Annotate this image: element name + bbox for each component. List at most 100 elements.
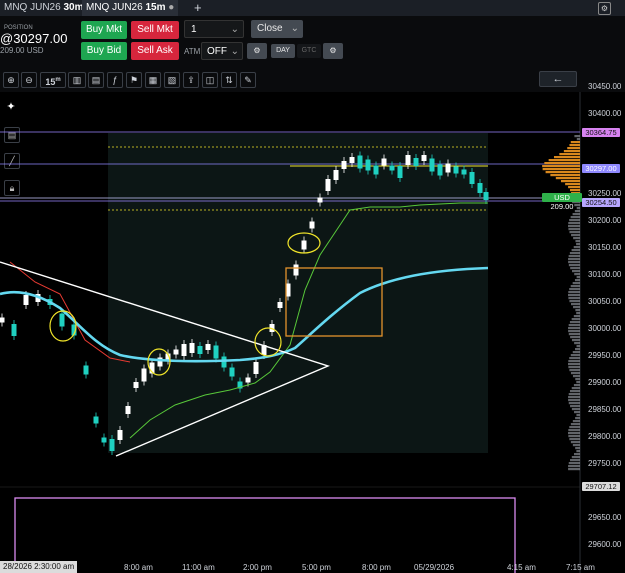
candle-body — [397, 166, 403, 178]
candle-body — [421, 155, 427, 161]
templates-icon[interactable]: ▧ — [164, 72, 180, 88]
profile-bar — [576, 414, 580, 417]
zoom-in-icon[interactable]: ⊕ — [3, 72, 19, 88]
candle-body — [293, 264, 299, 276]
candle-body — [445, 163, 451, 173]
profile-bar — [568, 465, 580, 468]
profile-bar — [569, 300, 580, 303]
profile-bar — [568, 366, 580, 369]
interval-suffix: m — [55, 77, 61, 83]
sell-market-button[interactable]: Sell Mkt — [131, 21, 179, 39]
profile-bar — [568, 363, 580, 366]
candle-body — [461, 169, 467, 175]
profile-bar — [576, 345, 580, 348]
profile-bar — [571, 387, 580, 390]
profile-bar — [570, 441, 580, 444]
tif-day-button[interactable]: DAY — [271, 44, 295, 58]
profile-bar — [574, 135, 580, 138]
strategies-icon[interactable]: ⚑ — [126, 72, 142, 88]
time-label: 8:00 pm — [362, 563, 391, 572]
gear-icon[interactable]: ⚙ — [598, 2, 611, 15]
tab-interval: 15 — [145, 2, 157, 13]
buy-bid-button[interactable]: Buy Bid — [81, 42, 127, 60]
order-settings-icon[interactable]: ⚙ — [323, 43, 343, 59]
candle-body — [301, 240, 307, 250]
profile-bar — [568, 432, 580, 435]
close-position-button[interactable]: Close ⌄ — [251, 20, 303, 38]
buy-market-button[interactable]: Buy Mkt — [81, 21, 127, 39]
profile-bar — [559, 153, 580, 156]
candle-body — [429, 158, 435, 172]
chevron-down-icon: ⌄ — [230, 24, 239, 35]
profile-bar — [570, 372, 580, 375]
tab-mnq-15m[interactable]: MNQ JUN26 15m ● — [82, 0, 179, 16]
atm-label: ATM — [184, 47, 201, 56]
candle-body — [483, 192, 489, 200]
time-label: 4:15 am — [507, 563, 536, 572]
trade-icon[interactable]: ⇅ — [221, 72, 237, 88]
sell-ask-button[interactable]: Sell Ask — [131, 42, 179, 60]
screenshot-icon[interactable]: ◫ — [202, 72, 218, 88]
profile-bar — [571, 249, 580, 252]
profile-bar — [575, 240, 580, 243]
profile-bar — [573, 315, 580, 318]
drawing-icon[interactable]: ✎ — [240, 72, 256, 88]
candle-body — [453, 166, 459, 174]
chevron-down-icon: ⌄ — [290, 23, 299, 34]
atm-select[interactable]: OFF ⌄ — [201, 42, 243, 60]
profile-bar — [568, 294, 580, 297]
profile-bar — [569, 321, 580, 324]
profile-bar — [568, 225, 580, 228]
profile-bar — [568, 228, 580, 231]
bar-type-icon[interactable]: ▥ — [68, 72, 86, 88]
price-label: 29800.00 — [588, 432, 622, 441]
profile-bar — [571, 234, 580, 237]
candle-body — [309, 221, 315, 229]
profile-bar — [575, 417, 580, 420]
interval-select[interactable]: 15m — [40, 72, 66, 88]
profile-bar — [569, 189, 580, 192]
atm-settings-icon[interactable]: ⚙ — [247, 43, 267, 59]
add-tab-button[interactable]: + — [190, 0, 206, 16]
data-box-icon[interactable]: ▤ — [88, 72, 104, 88]
close-label: Close — [257, 23, 283, 34]
quantity-select[interactable]: 1 ⌄ — [184, 20, 244, 38]
indicators-icon[interactable]: ƒ — [107, 72, 123, 88]
profile-bar — [568, 264, 580, 267]
candle-body — [341, 161, 347, 169]
back-arrow-button[interactable]: ← — [539, 71, 577, 87]
profile-bar — [570, 405, 580, 408]
candle-body — [349, 157, 355, 163]
profile-bar — [572, 270, 580, 273]
tif-gtc-button[interactable]: GTC — [297, 44, 321, 58]
profile-bar — [569, 288, 580, 291]
profile-bar — [565, 183, 580, 186]
candle-body — [373, 165, 379, 175]
profile-bar — [572, 351, 580, 354]
quantity-value: 1 — [191, 24, 197, 35]
atm-value: OFF — [207, 46, 227, 57]
crosshair-time-tag: 28/2026 2:30:00 am — [0, 561, 78, 573]
profile-bar — [568, 333, 580, 336]
price-tag-low: 30254.50 — [582, 198, 620, 207]
tab-close-icon[interactable]: ● — [168, 2, 174, 13]
share-icon[interactable]: ⇪ — [183, 72, 199, 88]
tab-mnq-30m[interactable]: MNQ JUN26 30m — [0, 0, 88, 16]
profile-bar — [560, 180, 580, 183]
price-tag-high: 30364.75 — [582, 128, 620, 137]
profile-bar — [568, 291, 580, 294]
candle-body — [181, 344, 187, 356]
price-label: 30250.00 — [588, 189, 622, 198]
session-region — [108, 133, 488, 453]
price-chart[interactable] — [0, 92, 625, 573]
properties-icon[interactable]: ▦ — [145, 72, 161, 88]
profile-bar — [563, 150, 580, 153]
profile-bar — [576, 243, 580, 246]
zoom-out-icon[interactable]: ⊖ — [21, 72, 37, 88]
profile-bar — [576, 450, 580, 453]
candle-body — [83, 365, 89, 375]
profile-bar — [573, 237, 580, 240]
candle-body — [205, 344, 211, 350]
profile-bar — [569, 390, 580, 393]
time-label: 11:00 am — [182, 563, 215, 572]
